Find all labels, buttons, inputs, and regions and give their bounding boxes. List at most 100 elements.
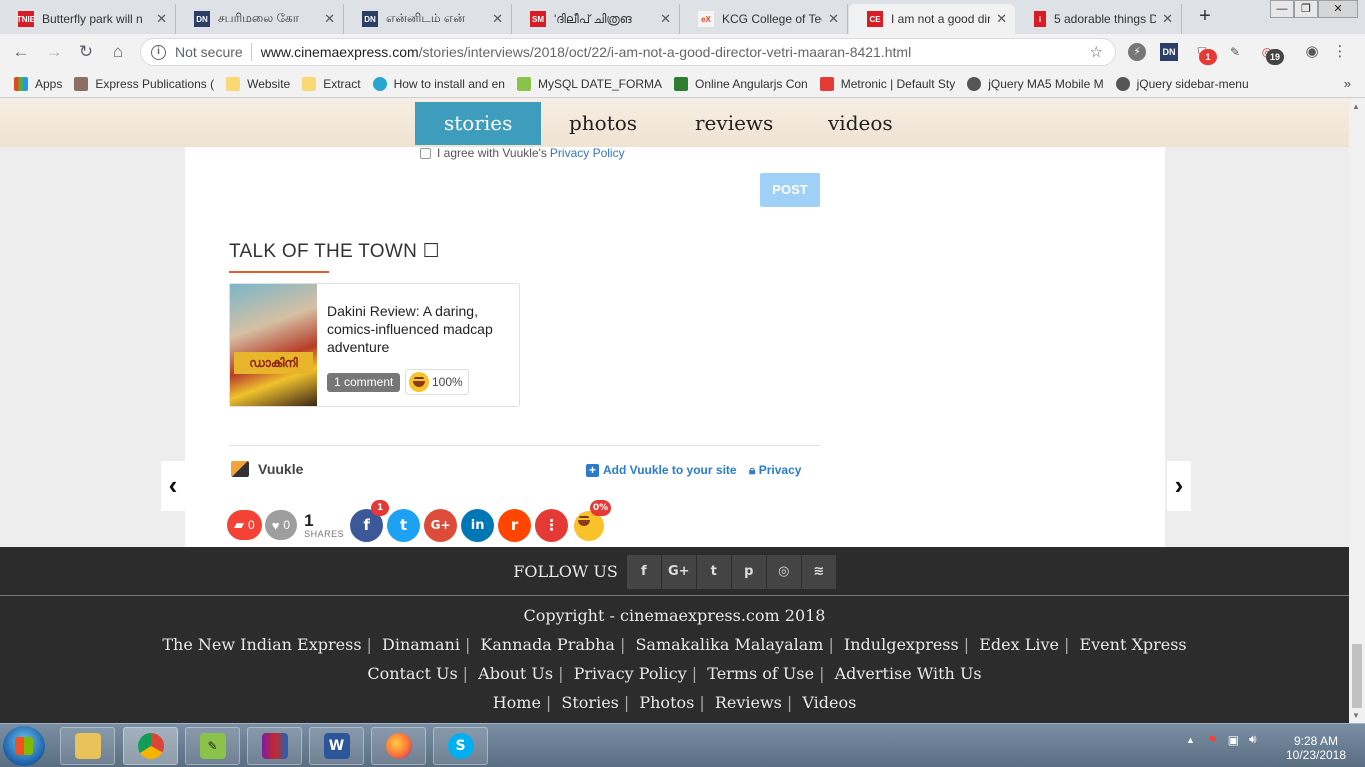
prev-arrow-icon[interactable]: ‹ [161,461,185,511]
link-dinamani[interactable]: Dinamani [382,635,460,654]
google-plus-share-icon[interactable]: G+ [424,508,458,542]
vuukle-privacy-link[interactable]: 🔒︎ Privacy [749,463,801,478]
chrome-menu-icon[interactable]: ⋮ [1331,43,1349,61]
tab-dileep[interactable]: SM 'ദിലീപ് ചിത്രങ ✕ [512,4,680,34]
tab-close-icon[interactable]: ✕ [1162,11,1173,27]
start-button[interactable] [3,726,45,766]
twitter-share-icon[interactable]: t [387,508,421,542]
tab-butterfly-park[interactable]: TNIE Butterfly park will n ✕ [0,4,176,34]
taskbar-chrome[interactable] [123,727,178,765]
taskbar-winrar[interactable] [247,727,302,765]
bookmark-how-to-install[interactable]: How to install and en [372,76,505,91]
article-thumbnail[interactable]: ഡാകിനി [230,284,317,406]
scrollbar-thumb[interactable] [1352,644,1362,708]
bookmark-apps[interactable]: Apps [14,76,62,91]
close-window-button[interactable]: ✕ [1318,0,1358,18]
tab-close-icon[interactable]: ✕ [828,11,839,27]
dn-extension-icon[interactable]: DN [1160,43,1178,61]
emoji-reaction-icon[interactable]: 0% [572,499,612,542]
scroll-up-icon[interactable]: ▲ [1352,102,1360,111]
bookmark-jquery-sidebar-menu[interactable]: jQuery sidebar-menu [1115,76,1249,91]
pen-extension-icon[interactable]: ✎ [1226,43,1244,61]
network-icon[interactable]: ▣ [1228,733,1239,747]
action-center-flag-icon[interactable]: ⚑ [1207,733,1218,747]
link-home[interactable]: Home [493,693,541,712]
nav-stories[interactable]: stories [415,102,542,145]
link-advertise-with-us[interactable]: Advertise With Us [835,664,982,683]
tab-kcg-college[interactable]: eX KCG College of Tec ✕ [680,4,848,34]
add-vuukle-link[interactable]: + Add Vuukle to your site [586,463,737,477]
nav-photos[interactable]: photos [569,102,637,145]
agree-checkbox[interactable] [420,147,431,159]
rss-icon[interactable]: ≋ [801,554,836,589]
link-terms-of-use[interactable]: Terms of Use [707,664,814,683]
bookmark-website[interactable]: Website [226,76,290,91]
lightning-extension-icon[interactable]: ⚡ [1128,43,1146,61]
reddit-share-icon[interactable]: r [498,508,532,542]
google-plus-icon[interactable]: G+ [661,554,696,589]
article-card[interactable]: ഡാകിനി Dakini Review: A daring, comics-i… [229,283,520,407]
tab-close-icon[interactable]: ✕ [996,11,1007,27]
forward-arrow-icon[interactable]: → [43,41,65,63]
opera-extension-icon[interactable]: ◎19 [1258,43,1284,65]
twitter-icon[interactable]: t [696,554,731,589]
link-indulgexpress[interactable]: Indulgexpress [844,635,959,654]
tab-5-adorable-things[interactable]: i 5 adorable things D ✕ [1016,4,1182,34]
likes-count-button[interactable]: ♥ 0 [264,510,298,540]
tab-sabarimalai[interactable]: DN சபரிமலை கோ ✕ [176,4,344,34]
comments-count-button[interactable]: ▰ 0 [227,510,262,540]
taskbar-skype[interactable]: S [433,727,488,765]
bookmark-metronic[interactable]: Metronic | Default Sty [819,76,955,91]
facebook-icon[interactable]: f [626,554,661,589]
post-button[interactable]: POST [760,173,820,207]
link-privacy-policy[interactable]: Privacy Policy [574,664,687,683]
bookmark-online-angularjs[interactable]: Online Angularjs Con [673,76,808,91]
new-tab-button[interactable]: + [1193,6,1217,28]
bookmark-star-icon[interactable]: ☆ [1090,43,1103,61]
comment-count-badge[interactable]: 1 comment [327,373,401,392]
tab-close-icon[interactable]: ✕ [324,11,335,27]
instagram-icon[interactable]: ◎ [766,554,801,589]
next-arrow-icon[interactable]: › [1167,461,1191,511]
nav-videos[interactable]: videos [828,102,893,145]
tab-i-am-not-a-good-director[interactable]: CE I am not a good dir ✕ [849,4,1015,34]
taskbar-word[interactable]: W [309,727,364,765]
tab-close-icon[interactable]: ✕ [492,11,503,27]
address-bar[interactable]: i Not secure www.cinemaexpress.com/stori… [140,38,1116,66]
bookmarks-overflow-icon[interactable]: » [1344,76,1351,91]
link-reviews[interactable]: Reviews [715,693,782,712]
linkedin-share-icon[interactable]: in [461,508,495,542]
volume-icon[interactable]: 🔊︎ [1249,732,1257,747]
shield-extension-icon[interactable]: ⛉1 [1193,43,1217,65]
back-arrow-icon[interactable]: ← [10,41,32,63]
link-edex-live[interactable]: Edex Live [979,635,1059,654]
home-icon[interactable]: ⌂ [107,41,129,63]
taskbar-explorer[interactable] [60,727,115,765]
link-stories[interactable]: Stories [561,693,618,712]
article-title[interactable]: Dakini Review: A daring, comics-influenc… [327,302,515,356]
link-kannada-prabha[interactable]: Kannada Prabha [480,635,615,654]
link-the-new-indian-express[interactable]: The New Indian Express [162,635,361,654]
link-event-xpress[interactable]: Event Xpress [1079,635,1186,654]
tab-close-icon[interactable]: ✕ [660,11,671,27]
pinterest-icon[interactable]: p [731,554,766,589]
page-scrollbar[interactable]: ▲ ▼ [1349,99,1365,723]
restore-button[interactable]: ❐ [1294,0,1318,18]
taskbar-notepad[interactable]: ✎ [185,727,240,765]
minimize-button[interactable]: — [1270,0,1294,18]
more-share-icon[interactable]: ⋮ [535,508,569,542]
bookmark-mysql-date-format[interactable]: MySQL DATE_FORMA [516,76,662,91]
link-videos[interactable]: Videos [802,693,856,712]
bookmark-jquery-ma5[interactable]: jQuery MA5 Mobile M [967,76,1104,91]
taskbar-clock[interactable]: 9:28 AM 10/23/2018 [1278,734,1354,762]
link-photos[interactable]: Photos [639,693,694,712]
link-samakalika-malayalam[interactable]: Samakalika Malayalam [635,635,823,654]
privacy-policy-link[interactable]: Privacy Policy [550,146,625,160]
vuukle-brand[interactable]: Vuukle [231,461,303,477]
tray-expand-icon[interactable]: ▲ [1186,735,1195,745]
nav-reviews[interactable]: reviews [695,102,773,145]
profile-avatar-icon[interactable]: ◉ [1303,43,1321,61]
reload-icon[interactable]: ↻ [75,41,97,63]
bookmark-express-publications[interactable]: Express Publications ( [74,76,214,91]
taskbar-firefox[interactable] [371,727,426,765]
